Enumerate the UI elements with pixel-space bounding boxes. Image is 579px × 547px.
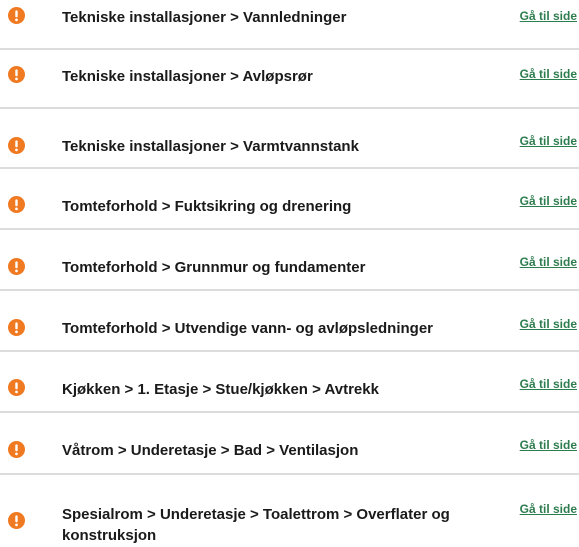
exclamation-warning-icon (8, 196, 25, 213)
exclamation-warning-icon (8, 137, 25, 154)
item-path-text: Tomteforhold > Fuktsikring og drenering (62, 198, 352, 215)
exclamation-warning-icon (8, 258, 25, 275)
list-item: Våtrom > Underetasje > Bad > Ventilasjon… (0, 413, 579, 469)
exclamation-warning-icon (8, 441, 25, 458)
item-path-text: Tomteforhold > Grunnmur og fundamenter (62, 259, 366, 276)
list-item: Tekniske installasjoner > Avløpsrør Gå t… (0, 50, 579, 106)
list-item: Tomteforhold > Fuktsikring og drenering … (0, 169, 579, 225)
list-item: Tekniske installasjoner > Vannledninger … (0, 0, 579, 48)
goto-page-link[interactable]: Gå til side (520, 194, 577, 208)
exclamation-warning-icon (8, 7, 25, 24)
list-item: Tomteforhold > Grunnmur og fundamenter G… (0, 230, 579, 286)
item-path-text: Våtrom > Underetasje > Bad > Ventilasjon (62, 442, 359, 459)
item-path-text: Tekniske installasjoner > Varmtvannstank (62, 138, 359, 155)
item-path-text: Spesialrom > Underetasje > Toalettrom > … (62, 506, 450, 544)
item-path-text: Tekniske installasjoner > Avløpsrør (62, 68, 313, 85)
goto-page-link[interactable]: Gå til side (520, 502, 577, 516)
item-path-text: Tomteforhold > Utvendige vann- og avløps… (62, 320, 434, 337)
remark-list: Tekniske installasjoner > Vannledninger … (0, 0, 579, 547)
goto-page-link[interactable]: Gå til side (520, 255, 577, 269)
list-item: Spesialrom > Underetasje > Toalettrom > … (0, 475, 579, 547)
goto-page-link[interactable]: Gå til side (520, 67, 577, 81)
goto-page-link[interactable]: Gå til side (520, 377, 577, 391)
list-item: Kjøkken > 1. Etasje > Stue/kjøkken > Avt… (0, 352, 579, 408)
list-item: Tomteforhold > Utvendige vann- og avløps… (0, 291, 579, 347)
item-path-text: Tekniske installasjoner > Vannledninger (62, 9, 347, 26)
goto-page-link[interactable]: Gå til side (520, 134, 577, 148)
exclamation-warning-icon (8, 512, 25, 529)
goto-page-link[interactable]: Gå til side (520, 317, 577, 331)
exclamation-warning-icon (8, 66, 25, 83)
exclamation-warning-icon (8, 379, 25, 396)
exclamation-warning-icon (8, 319, 25, 336)
goto-page-link[interactable]: Gå til side (520, 438, 577, 452)
list-item: Tekniske installasjoner > Varmtvannstank… (0, 109, 579, 165)
item-path-text: Kjøkken > 1. Etasje > Stue/kjøkken > Avt… (62, 381, 379, 398)
goto-page-link[interactable]: Gå til side (520, 9, 577, 23)
